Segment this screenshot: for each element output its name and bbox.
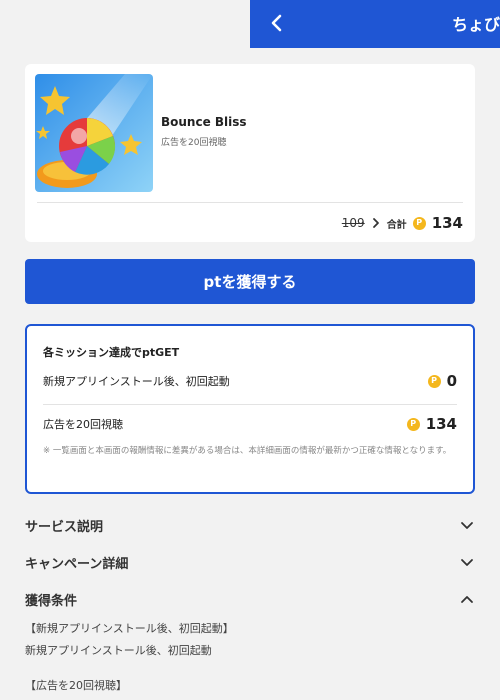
mission-box: 各ミッション達成でptGET 新規アプリインストール後、初回起動 P 0 広告を… xyxy=(25,324,475,494)
mission-label: 新規アプリインストール後、初回起動 xyxy=(43,375,230,388)
points-summary: 109 合計 P 134 xyxy=(342,212,463,234)
mission-row: 広告を20回視聴 P 134 xyxy=(43,414,457,434)
condition-text: 新規アプリインストール後、初回起動 xyxy=(25,644,212,657)
accordion-earning-conditions[interactable]: 獲得条件 xyxy=(25,588,475,610)
accordion-campaign-details[interactable]: キャンペーン詳細 xyxy=(25,551,475,573)
app-icon-image xyxy=(35,74,153,192)
back-arrow-icon[interactable] xyxy=(266,12,288,34)
mission-title: 各ミッション達成でptGET xyxy=(43,346,180,359)
point-coin-icon: P xyxy=(412,216,426,230)
app-thumbnail xyxy=(35,74,153,192)
app-name: Bounce Bliss xyxy=(161,115,247,129)
accordion-label: サービス説明 xyxy=(25,519,104,535)
disclaimer-note: ※ 一覧画面と本画面の報酬情報に差異がある場合は、本詳細画面の情報が最新かつ正確… xyxy=(43,446,452,456)
card-divider xyxy=(37,202,463,203)
total-points: 134 xyxy=(431,214,463,232)
chevron-up-icon xyxy=(461,596,473,603)
mission-points: 0 xyxy=(446,372,457,390)
condition-title: 【広告を20回視聴】 xyxy=(25,679,127,692)
old-points: 109 xyxy=(341,216,365,230)
chevron-right-icon xyxy=(372,218,379,228)
mission-row: 新規アプリインストール後、初回起動 P 0 xyxy=(43,371,457,391)
total-label: 合計 xyxy=(386,219,407,231)
mission-label: 広告を20回視聴 xyxy=(43,418,123,431)
chevron-down-icon xyxy=(461,559,473,566)
top-header: ちょびリッチ xyxy=(250,0,500,48)
point-coin-icon: P xyxy=(427,374,441,388)
accordion-label: キャンペーン詳細 xyxy=(25,556,129,572)
mission-divider xyxy=(43,404,457,405)
offer-card: Bounce Bliss 広告を20回視聴 109 合計 P 134 xyxy=(25,64,475,242)
accordion-label: 獲得条件 xyxy=(25,593,78,609)
chevron-down-icon xyxy=(461,522,473,529)
point-coin-icon: P xyxy=(406,417,420,431)
app-subtitle: 広告を20回視聴 xyxy=(161,138,227,148)
header-title: ちょびリッチ xyxy=(452,15,500,34)
condition-title: 【新規アプリインストール後、初回起動】 xyxy=(25,622,234,635)
accordion-service-description[interactable]: サービス説明 xyxy=(25,514,475,536)
get-points-button[interactable]: ptを獲得する xyxy=(25,259,475,304)
mission-points: 134 xyxy=(425,415,457,433)
